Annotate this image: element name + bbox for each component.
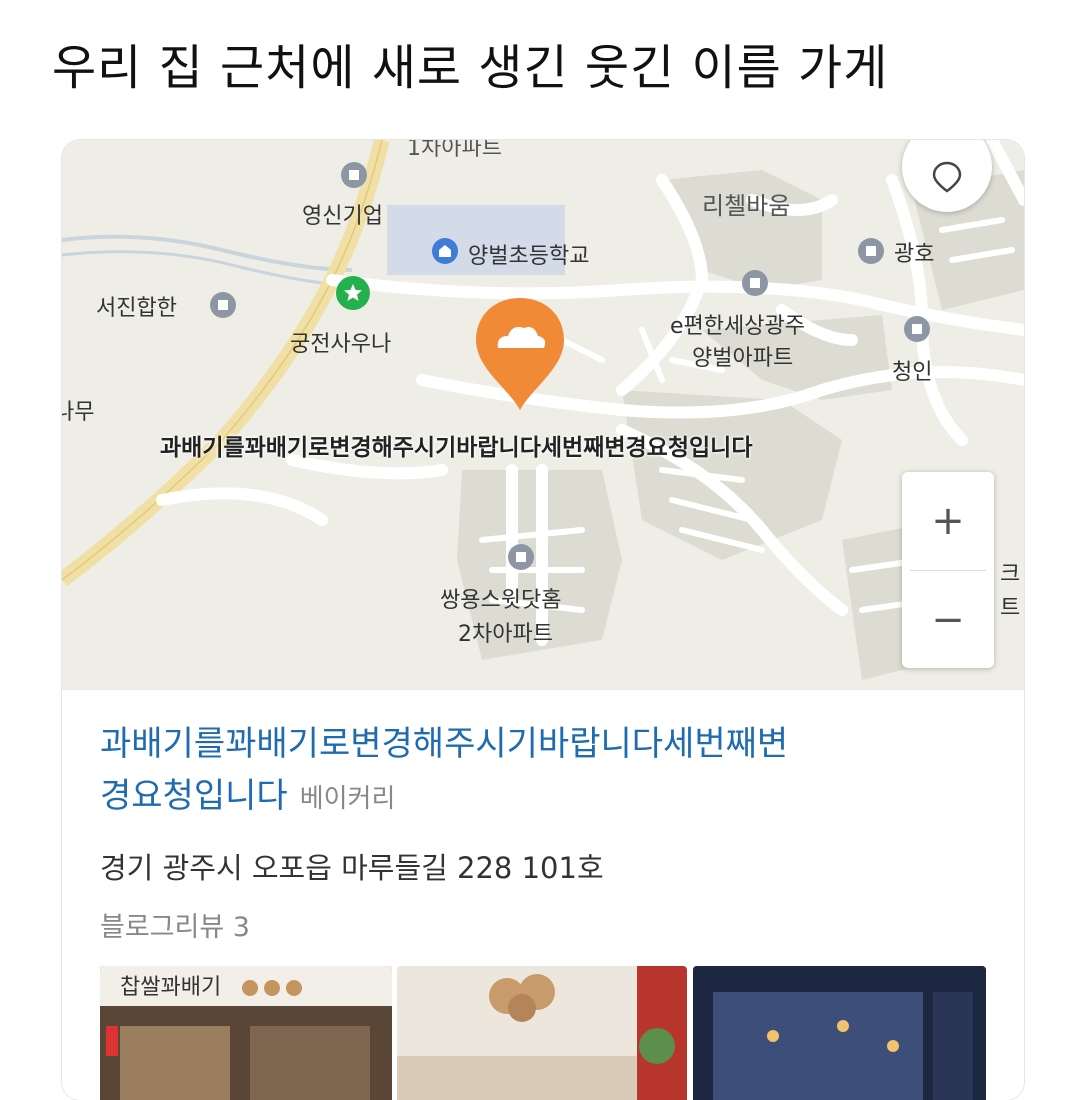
map-label-youngshin: 영신기업 [302,204,383,229]
place-card[interactable]: 1차아파트 영신기업 양벌초등학교 리첼바움 광호 서진합한 궁전사우나 e편한… [62,140,1024,1100]
building-icon [210,292,236,318]
map-label-gwangho: 광호 [894,242,935,267]
place-category: 베이커리 [299,784,396,814]
map-label-seojin: 서진합한 [96,296,177,321]
map-pin-icon [476,298,564,410]
building-icon [858,238,884,264]
zoom-out-button[interactable]: − [902,571,994,669]
map-label-epyeon-2: 양벌아파트 [692,346,794,371]
map-label-edge-2: 트 [1000,596,1021,621]
place-name-line1[interactable]: 과배기를꽈배기로변경해주시기바랍니다세번째변 [100,724,788,764]
location-pin-icon [932,161,962,193]
star-icon [336,276,370,310]
post-headline: 우리 집 근처에 새로 생긴 웃긴 이름 가게 [52,40,889,96]
building-icon [742,270,768,296]
map-label-cheongin: 청인 [892,360,933,385]
place-name[interactable]: 과배기를꽈배기로변경해주시기바랍니다세번째변 경요청입니다 베이커리 [100,718,980,825]
place-info: 과배기를꽈배기로변경해주시기바랍니다세번째변 경요청입니다 베이커리 경기 광주시… [100,718,980,944]
zoom-in-button[interactable]: + [902,472,994,570]
storefront-sign-text: 찹쌀꽈배기 [120,975,221,1000]
map-label-ssangyong-1: 쌍용스윗닷홈 [440,588,562,613]
map-label-epyeon-1: e편한세상광주 [670,314,805,339]
map-label-ssangyong-2: 2차아파트 [458,622,553,647]
map-label-edge-1: 크 [1000,562,1021,587]
store-map-label[interactable]: 과배기를꽈배기로변경해주시기바랍니다세번째변경요청입니다 [160,428,752,462]
building-icon [341,162,367,188]
map-label-richel: 리첼바움 [702,192,791,220]
map-label-top-apartment: 1차아파트 [407,140,502,161]
map-label-sauna: 궁전사우나 [290,332,392,357]
map-label-namu: 나무 [62,400,95,425]
building-icon [904,316,930,342]
place-name-line2[interactable]: 경요청입니다 [100,776,288,816]
blog-review-count[interactable]: 블로그리뷰 3 [100,905,980,944]
zoom-control: + − [902,472,994,668]
school-icon [432,238,458,264]
store-pin[interactable] [472,296,568,416]
map-view[interactable]: 1차아파트 영신기업 양벌초등학교 리첼바움 광호 서진합한 궁전사우나 e편한… [62,140,1024,690]
place-address: 경기 광주시 오포읍 마루들길 228 101호 [100,851,604,885]
building-icon [508,544,534,570]
map-label-school: 양벌초등학교 [468,244,590,269]
